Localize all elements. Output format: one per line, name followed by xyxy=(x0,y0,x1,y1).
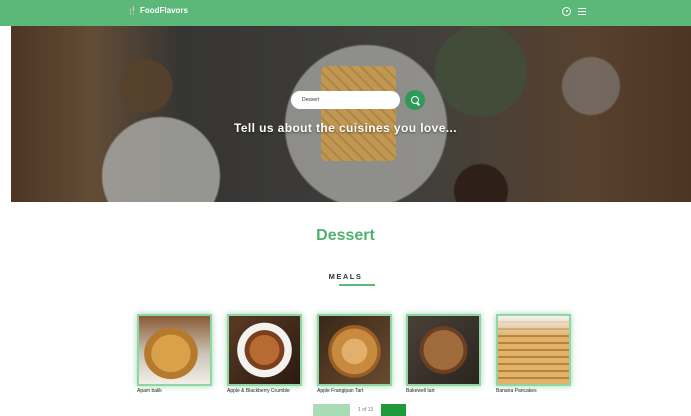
utensils-icon: 🍴 xyxy=(127,6,137,15)
search-input[interactable] xyxy=(291,91,400,109)
pagination: 1 of 13 xyxy=(313,404,407,416)
meal-name[interactable]: Banana Pancakes xyxy=(496,388,571,394)
search-button[interactable] xyxy=(405,90,425,110)
hero-tagline: Tell us about the cuisines you love... xyxy=(233,121,458,135)
meal-name[interactable]: Apple Frangipan Tart xyxy=(317,388,392,394)
meal-name[interactable]: Bakewell tart xyxy=(406,388,481,394)
brand-logo[interactable]: 🍴 FoodFlavors xyxy=(127,6,188,15)
hero-background-image xyxy=(321,66,396,161)
meal-card[interactable]: Apple & Blackberry Crumble xyxy=(227,314,302,394)
meal-name[interactable]: Apple & Blackberry Crumble xyxy=(227,388,302,394)
nav-icons xyxy=(562,7,586,16)
prev-page-button[interactable] xyxy=(313,404,350,416)
meal-thumbnail[interactable] xyxy=(496,314,571,386)
meal-thumbnail[interactable] xyxy=(406,314,481,386)
meal-card[interactable]: Apam balik xyxy=(137,314,212,394)
meals-section-label: MEALS xyxy=(328,272,363,281)
meal-name[interactable]: Apam balik xyxy=(137,388,212,394)
next-page-button[interactable] xyxy=(381,404,407,416)
meal-thumbnail[interactable] xyxy=(317,314,392,386)
meal-card[interactable]: Bakewell tart xyxy=(406,314,481,394)
section-underline xyxy=(339,284,375,286)
search-icon xyxy=(410,95,419,104)
category-title: Dessert xyxy=(316,227,375,244)
top-navbar: 🍴 FoodFlavors xyxy=(0,0,691,26)
menu-icon[interactable] xyxy=(578,8,586,15)
page-info: 1 of 13 xyxy=(358,407,374,413)
meal-thumbnail[interactable] xyxy=(137,314,212,386)
meal-card[interactable]: Apple Frangipan Tart xyxy=(317,314,392,394)
meal-thumbnail[interactable] xyxy=(227,314,302,386)
hero-banner xyxy=(11,26,691,202)
brand-name: FoodFlavors xyxy=(139,6,188,15)
meal-card[interactable]: Banana Pancakes xyxy=(496,314,571,394)
user-icon[interactable] xyxy=(562,7,571,16)
